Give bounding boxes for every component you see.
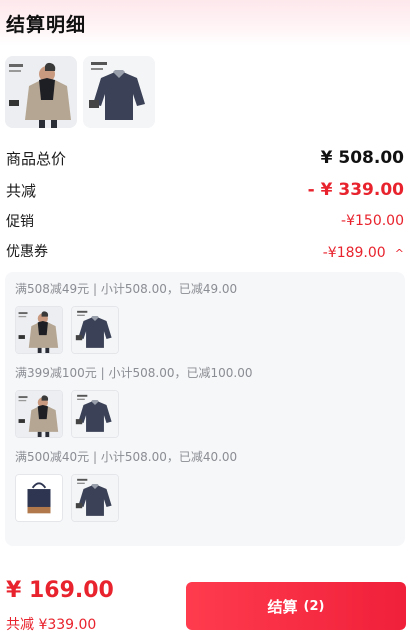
discount-row: 共减 - ¥ 339.00 xyxy=(6,174,404,206)
checkout-label: 结算 xyxy=(267,597,298,616)
jacket-product-image[interactable] xyxy=(5,56,77,128)
promo-label: 促销 xyxy=(6,214,34,230)
jacket-product-image[interactable] xyxy=(15,306,63,354)
sweater-product-image[interactable] xyxy=(71,306,119,354)
checkout-count: (2) xyxy=(303,598,325,614)
promo-value: -¥150.00 xyxy=(341,213,404,229)
header-bar: 结算明细 xyxy=(0,0,410,46)
jacket-product-image[interactable] xyxy=(15,390,63,438)
sweater-product-image[interactable] xyxy=(71,474,119,522)
coupon-group-text: 满399减100元 | 小计508.00，已减100.00 xyxy=(15,366,253,380)
subtotal-row: 商品总价 ¥ 508.00 xyxy=(6,142,404,174)
coupon-group: 满500减40元 | 小计508.00，已减40.00 xyxy=(15,448,395,522)
sweater-product-image[interactable] xyxy=(71,390,119,438)
sweater-product-image[interactable] xyxy=(83,56,155,128)
promo-row: 促销 -¥150.00 xyxy=(6,206,404,236)
coupon-group: 满399减100元 | 小计508.00，已减100.00 xyxy=(15,364,395,438)
coupon-group: 满508减49元 | 小计508.00，已减49.00 xyxy=(15,280,395,354)
saved-amount: 共减 ¥339.00 xyxy=(6,617,97,633)
discount-label: 共减 xyxy=(6,181,37,200)
total-price: ¥ 169.00 xyxy=(6,578,114,603)
coupon-detail-panel: 满508减49元 | 小计508.00，已减49.00 满399减100元 | … xyxy=(5,272,405,546)
coupon-value: -¥189.00 xyxy=(322,244,386,261)
coupon-group-text: 满508减49元 | 小计508.00，已减49.00 xyxy=(15,282,238,296)
price-summary: 商品总价 ¥ 508.00 共减 - ¥ 339.00 促销 -¥150.00 … xyxy=(0,142,410,266)
page-title: 结算明细 xyxy=(6,14,87,36)
checkout-footer: ¥ 169.00 共减 ¥339.00 结算 (2) xyxy=(0,572,410,634)
coupon-row[interactable]: 优惠券 -¥189.00 ^ xyxy=(6,236,404,266)
tote-bag-product-image[interactable] xyxy=(15,474,63,522)
chevron-up-icon[interactable]: ^ xyxy=(395,247,404,260)
product-thumbnails xyxy=(0,46,410,130)
coupon-group-text: 满500减40元 | 小计508.00，已减40.00 xyxy=(15,450,238,464)
discount-value: - ¥ 339.00 xyxy=(307,180,404,200)
subtotal-value: ¥ 508.00 xyxy=(320,148,404,168)
coupon-label: 优惠券 xyxy=(6,244,48,260)
checkout-button[interactable]: 结算 (2) xyxy=(186,582,406,630)
coupon-value-wrap[interactable]: -¥189.00 ^ xyxy=(323,242,404,261)
subtotal-label: 商品总价 xyxy=(6,149,67,168)
